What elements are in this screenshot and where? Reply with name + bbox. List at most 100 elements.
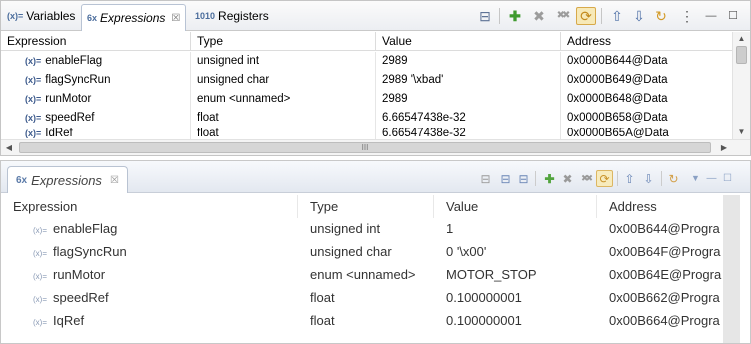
expression-type: unsigned char (191, 71, 376, 90)
column-address-header[interactable]: Address (561, 32, 732, 51)
expressions-icon: 6x (87, 13, 98, 23)
expression-name: speedRef (45, 112, 95, 124)
tab-variables[interactable]: (x)= Variables (7, 5, 75, 27)
expression-value[interactable]: 6.66547438e-32 (376, 109, 561, 128)
remove-all-icon[interactable]: ✖✖ (552, 7, 572, 25)
minimize-icon[interactable]: — (701, 7, 721, 25)
scroll-up-icon[interactable]: ▲ (733, 32, 750, 46)
remove-expression-icon[interactable]: ✖ (529, 7, 549, 25)
collapse-all-icon[interactable]: ⊟ (475, 7, 495, 25)
expression-icon: (x)= (25, 75, 42, 85)
remove-expression-icon[interactable]: ✖ (559, 170, 576, 187)
expression-value[interactable]: 1 (434, 218, 597, 240)
expression-icon: (x)= (33, 272, 47, 281)
expression-name: flagSyncRun (53, 244, 127, 259)
table-row[interactable]: (x)= speedRef float 6.66547438e-32 0x0000… (1, 109, 732, 128)
view-menu-icon[interactable]: ⋮ (677, 7, 697, 25)
expression-type: unsigned int (310, 221, 381, 236)
expression-name: runMotor (45, 93, 92, 105)
column-expression-header[interactable]: Expression (1, 195, 298, 218)
maximize-icon[interactable]: ☐ (723, 7, 743, 25)
column-address-header[interactable]: Address (597, 195, 723, 218)
table-row[interactable]: (x)= IqRef float 0.100000001 0x00B664@Pro… (1, 310, 723, 332)
expression-icon: (x)= (33, 318, 47, 327)
refresh-icon[interactable]: ↻ (651, 7, 671, 25)
close-icon[interactable]: ☒ (110, 175, 119, 186)
table-row[interactable]: (x)= runMotor enum <unnamed> 2989 0x0000B… (1, 90, 732, 109)
export-icon[interactable]: ⇧ (607, 7, 627, 25)
table-row[interactable]: (x)= flagSyncRun unsigned char 0 '\x00' 0… (1, 241, 723, 263)
expression-address: 0x0000B644@Data (567, 55, 668, 67)
column-value-header[interactable]: Value (434, 195, 597, 218)
expression-value[interactable]: 2989 '\xbad' (376, 71, 561, 90)
continuous-refresh-icon[interactable]: ⟳ (576, 7, 596, 25)
refresh-icon[interactable]: ↻ (665, 170, 682, 187)
add-expression-icon[interactable]: ✚ (505, 7, 525, 25)
scrollbar-thumb[interactable] (736, 46, 747, 64)
vertical-scrollbar[interactable] (723, 195, 740, 343)
expression-icon: (x)= (33, 226, 47, 235)
expression-icon: (x)= (25, 94, 42, 104)
tab-variables-label: Variables (26, 9, 76, 23)
import-icon[interactable]: ⇩ (640, 170, 657, 187)
top-table-header: Expression Type Value Address (1, 32, 732, 51)
maximize-icon[interactable]: ☐ (719, 170, 736, 187)
expression-value[interactable]: 6.66547438e-32 (376, 128, 561, 139)
collapse-all-icon[interactable]: ⊟ (477, 170, 494, 187)
variables-icon: (x)= (7, 11, 24, 21)
expression-address: 0x00B64F@Progra (609, 244, 721, 259)
horizontal-scrollbar[interactable]: ◀ III ▶ (1, 139, 750, 155)
table-row[interactable]: (x)= runMotor enum <unnamed> MOTOR_STOP 0… (1, 264, 723, 286)
column-type-header[interactable]: Type (191, 32, 376, 51)
column-expression-header[interactable]: Expression (1, 32, 191, 51)
tab-registers[interactable]: 1010 Registers (195, 5, 269, 27)
tab-expressions[interactable]: 6x Expressions ☒ (81, 4, 187, 31)
scroll-left-icon[interactable]: ◀ (1, 140, 17, 155)
toolbar-separator (499, 8, 500, 24)
expression-value[interactable]: 2989 (376, 90, 561, 109)
expression-value[interactable]: 0 '\x00' (434, 241, 597, 263)
expression-name: speedRef (53, 290, 109, 305)
add-expression-icon[interactable]: ✚ (541, 170, 558, 187)
collapse-icon[interactable]: ⊟ (515, 170, 532, 187)
expression-type: float (191, 128, 376, 139)
toolbar-separator (535, 171, 536, 186)
tab-expressions-label: Expressions (100, 11, 166, 25)
show-type-names-icon[interactable]: ⊟ (497, 170, 514, 187)
scroll-right-icon[interactable]: ▶ (716, 140, 732, 155)
tab-expressions[interactable]: 6x Expressions ☒ (7, 166, 128, 193)
table-row[interactable]: (x)= speedRef float 0.100000001 0x00B662@… (1, 287, 723, 309)
expression-address: 0x00B664@Progra (609, 313, 720, 328)
import-icon[interactable]: ⇩ (629, 7, 649, 25)
expression-value[interactable]: 0.100000001 (434, 287, 597, 309)
expression-type: unsigned int (191, 52, 376, 71)
continuous-refresh-icon[interactable]: ⟳ (596, 170, 613, 187)
minimize-icon[interactable]: — (703, 170, 720, 187)
column-type-header[interactable]: Type (298, 195, 434, 218)
vertical-scrollbar[interactable]: ▲ ▼ (732, 32, 750, 139)
remove-all-icon[interactable]: ✖✖ (577, 170, 594, 187)
expression-name: IdRef (45, 128, 73, 139)
export-icon[interactable]: ⇧ (621, 170, 638, 187)
expression-name: IqRef (53, 313, 85, 328)
expression-icon: (x)= (25, 56, 42, 66)
expression-value[interactable]: MOTOR_STOP (434, 264, 597, 286)
scroll-down-icon[interactable]: ▼ (733, 125, 750, 139)
bottom-expressions-panel: 6x Expressions ☒ ⊟ ⊟ ⊟ ✚ ✖ ✖✖ ⟳ ⇧ ⇩ ↻ ▼ … (0, 160, 751, 344)
top-expressions-panel: (x)= Variables 6x Expressions ☒ 1010 Reg… (0, 0, 751, 156)
table-row[interactable]: (x)= enableFlag unsigned int 1 0x00B644@P… (1, 218, 723, 240)
expression-icon: (x)= (33, 249, 47, 258)
table-row[interactable]: (x)= IdRef float 6.66547438e-32 0x0000B65… (1, 128, 732, 139)
table-row[interactable]: (x)= flagSyncRun unsigned char 2989 '\xba… (1, 71, 732, 90)
top-tab-bar: (x)= Variables 6x Expressions ☒ 1010 Reg… (1, 1, 750, 31)
table-row[interactable]: (x)= enableFlag unsigned int 2989 0x0000B… (1, 52, 732, 71)
scrollbar-thumb[interactable]: III (19, 142, 711, 153)
expression-address: 0x00B662@Progra (609, 290, 720, 305)
expression-value[interactable]: 2989 (376, 52, 561, 71)
expression-name: enableFlag (45, 55, 103, 67)
expression-value[interactable]: 0.100000001 (434, 310, 597, 332)
close-icon[interactable]: ☒ (171, 13, 180, 24)
column-value-header[interactable]: Value (376, 32, 561, 51)
view-menu-icon[interactable]: ▼ (687, 170, 704, 187)
expression-address: 0x00B644@Progra (609, 221, 720, 236)
